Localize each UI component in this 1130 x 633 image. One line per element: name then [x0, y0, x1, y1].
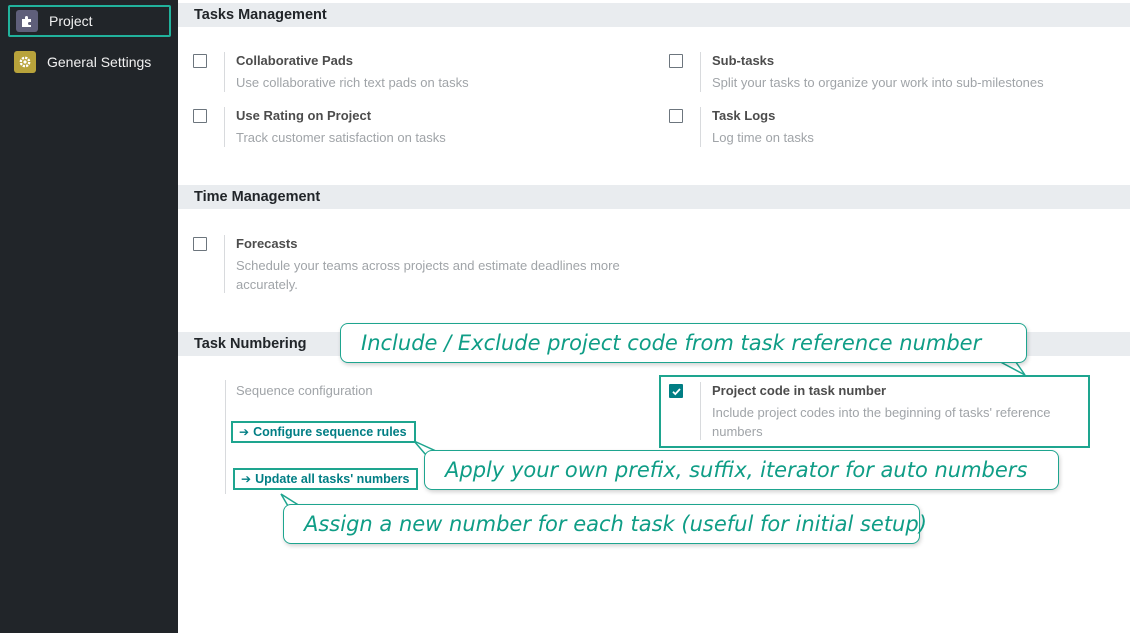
- setting-task-logs: Task Logs Log time on tasks: [669, 107, 1109, 147]
- setting-title: Task Logs: [712, 108, 776, 123]
- sidebar-item-label: Project: [49, 13, 93, 29]
- divider: [224, 107, 225, 147]
- callout-assign-number: Assign a new number for each task (usefu…: [283, 504, 927, 544]
- divider: [700, 382, 701, 440]
- setting-title: Sub-tasks: [712, 53, 775, 68]
- divider: [700, 107, 701, 147]
- button-label: Update all tasks' numbers: [255, 472, 410, 486]
- setting-title: Forecasts: [236, 236, 298, 251]
- callout-text: Apply your own prefix, suffix, iterator …: [445, 458, 1028, 482]
- button-label: Configure sequence rules: [253, 425, 407, 439]
- section-header-time-management: Time Management: [178, 185, 1130, 209]
- divider: [700, 52, 701, 92]
- sidebar-item-project[interactable]: Project: [8, 5, 171, 37]
- setting-forecasts: Forecasts Schedule your teams across pro…: [193, 235, 653, 293]
- sidebar-item-general-settings[interactable]: General Settings: [8, 46, 171, 78]
- callout-text: Include / Exclude project code from task…: [361, 331, 982, 355]
- checkbox-task-logs[interactable]: [669, 109, 683, 123]
- setting-project-code-in-task-number: Project code in task number Include proj…: [669, 382, 1079, 440]
- divider: [225, 380, 226, 494]
- setting-title: Use Rating on Project: [236, 108, 372, 123]
- setting-use-rating: Use Rating on Project Track customer sat…: [193, 107, 633, 147]
- setting-description: Include project codes into the beginning…: [712, 405, 1051, 439]
- arrow-right-icon: ➔: [241, 472, 252, 486]
- setting-sub-tasks: Sub-tasks Split your tasks to organize y…: [669, 52, 1109, 92]
- checkbox-sub-tasks[interactable]: [669, 54, 683, 68]
- setting-description: Log time on tasks: [712, 130, 814, 145]
- setting-description: Schedule your teams across projects and …: [236, 258, 620, 292]
- update-all-tasks-numbers-button[interactable]: ➔ Update all tasks' numbers: [233, 468, 419, 490]
- puzzle-icon: [16, 10, 38, 32]
- callout-apply-prefix: Apply your own prefix, suffix, iterator …: [424, 450, 1059, 490]
- setting-description: Split your tasks to organize your work i…: [712, 75, 1044, 90]
- setting-title: Project code in task number: [712, 383, 887, 398]
- divider: [224, 235, 225, 293]
- arrow-right-icon: ➔: [239, 425, 250, 439]
- section-header-tasks-management: Tasks Management: [178, 3, 1130, 27]
- divider: [224, 52, 225, 92]
- checkbox-collaborative-pads[interactable]: [193, 54, 207, 68]
- sequence-configuration-label: Sequence configuration: [236, 383, 373, 398]
- configure-sequence-rules-button[interactable]: ➔ Configure sequence rules: [231, 421, 416, 443]
- gear-icon: [14, 51, 36, 73]
- setting-description: Track customer satisfaction on tasks: [236, 130, 446, 145]
- setting-collaborative-pads: Collaborative Pads Use collaborative ric…: [193, 52, 633, 92]
- checkbox-project-code[interactable]: [669, 384, 683, 398]
- callout-include-exclude: Include / Exclude project code from task…: [340, 323, 1027, 363]
- checkbox-forecasts[interactable]: [193, 237, 207, 251]
- sidebar: Project General Settings: [0, 0, 178, 633]
- sidebar-item-label: General Settings: [47, 54, 152, 70]
- callout-text: Assign a new number for each task (usefu…: [304, 512, 927, 536]
- checkbox-use-rating[interactable]: [193, 109, 207, 123]
- setting-title: Collaborative Pads: [236, 53, 354, 68]
- setting-description: Use collaborative rich text pads on task…: [236, 75, 469, 90]
